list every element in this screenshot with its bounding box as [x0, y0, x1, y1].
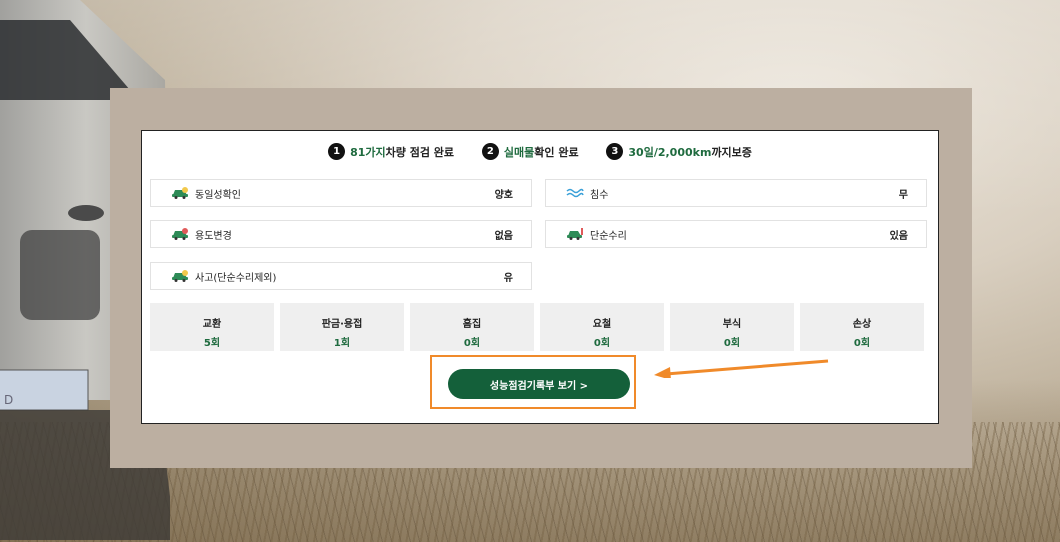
step-1: 1 81가지 차량 점검 완료	[328, 143, 454, 160]
stat-title: 교환	[202, 319, 222, 330]
stat-value: 0회	[463, 338, 481, 349]
plate-text: D	[4, 393, 13, 407]
car-repair-icon	[566, 228, 584, 240]
step-number-badge: 3	[606, 143, 624, 160]
check-accident: 사고(단순수리제외) 유	[150, 262, 532, 290]
check-label: 단순수리	[590, 230, 627, 242]
stat-exchange: 교환 5회	[150, 303, 274, 351]
stat-damage: 손상 0회	[800, 303, 924, 351]
step-number-badge: 2	[481, 143, 499, 160]
check-flood: 침수 무	[545, 179, 927, 207]
check-value: 양호	[494, 189, 513, 201]
step-2: 2 실매물 확인 완료	[481, 143, 579, 160]
stat-title: 판금·용접	[321, 319, 363, 330]
stat-value: 0회	[723, 338, 741, 349]
stat-value: 0회	[593, 338, 611, 349]
check-value: 무	[898, 189, 908, 201]
inspection-steps: 1 81가지 차량 점검 완료 2 실매물 확인 완료 3 30일/2,000k…	[142, 143, 938, 160]
stat-dent: 요철 0회	[540, 303, 664, 351]
step-3: 3 30일/2,000km 까지보증	[606, 143, 752, 160]
check-label: 용도변경	[195, 230, 232, 242]
stat-scratch: 흠집 0회	[410, 303, 534, 351]
step-text: 차량 점검 완료	[385, 145, 455, 159]
check-identity: 동일성확인 양호	[150, 179, 532, 207]
car-check-icon	[171, 187, 189, 199]
check-value: 유	[503, 272, 513, 284]
inspection-summary-card: 1 81가지 차량 점검 완료 2 실매물 확인 완료 3 30일/2,000k…	[141, 130, 939, 424]
stat-title: 손상	[852, 319, 872, 330]
cta-highlight-box: 성능점검기록부 보기 >	[430, 355, 636, 409]
step-highlight: 30일/2,000km	[628, 145, 712, 159]
check-label: 동일성확인	[195, 189, 241, 201]
stat-sheet-metal-welding: 판금·용접 1회	[280, 303, 404, 351]
check-label: 침수	[590, 189, 609, 201]
check-simple-repair: 단순수리 있음	[545, 220, 927, 248]
view-inspection-record-button[interactable]: 성능점검기록부 보기 >	[448, 369, 630, 399]
stat-value: 5회	[203, 338, 221, 349]
stat-title: 흠집	[462, 319, 482, 330]
water-wave-icon	[566, 187, 584, 199]
check-value: 없음	[494, 230, 513, 242]
check-label: 사고(단순수리제외)	[195, 272, 277, 284]
pointer-arrow-icon	[654, 359, 829, 378]
step-highlight: 실매물	[503, 145, 535, 159]
step-text: 까지보증	[711, 145, 752, 159]
step-text: 확인 완료	[534, 145, 579, 159]
step-highlight: 81가지	[350, 145, 386, 159]
step-number-badge: 1	[328, 143, 346, 160]
stat-value: 0회	[853, 338, 871, 349]
stat-corrosion: 부식 0회	[670, 303, 794, 351]
check-usage-change: 용도변경 없음	[150, 220, 532, 248]
stat-title: 부식	[722, 319, 742, 330]
check-value: 있음	[889, 230, 908, 242]
stat-value: 1회	[333, 338, 351, 349]
car-change-icon	[171, 228, 189, 240]
car-accident-icon	[171, 270, 189, 282]
stat-title: 요철	[592, 319, 612, 330]
